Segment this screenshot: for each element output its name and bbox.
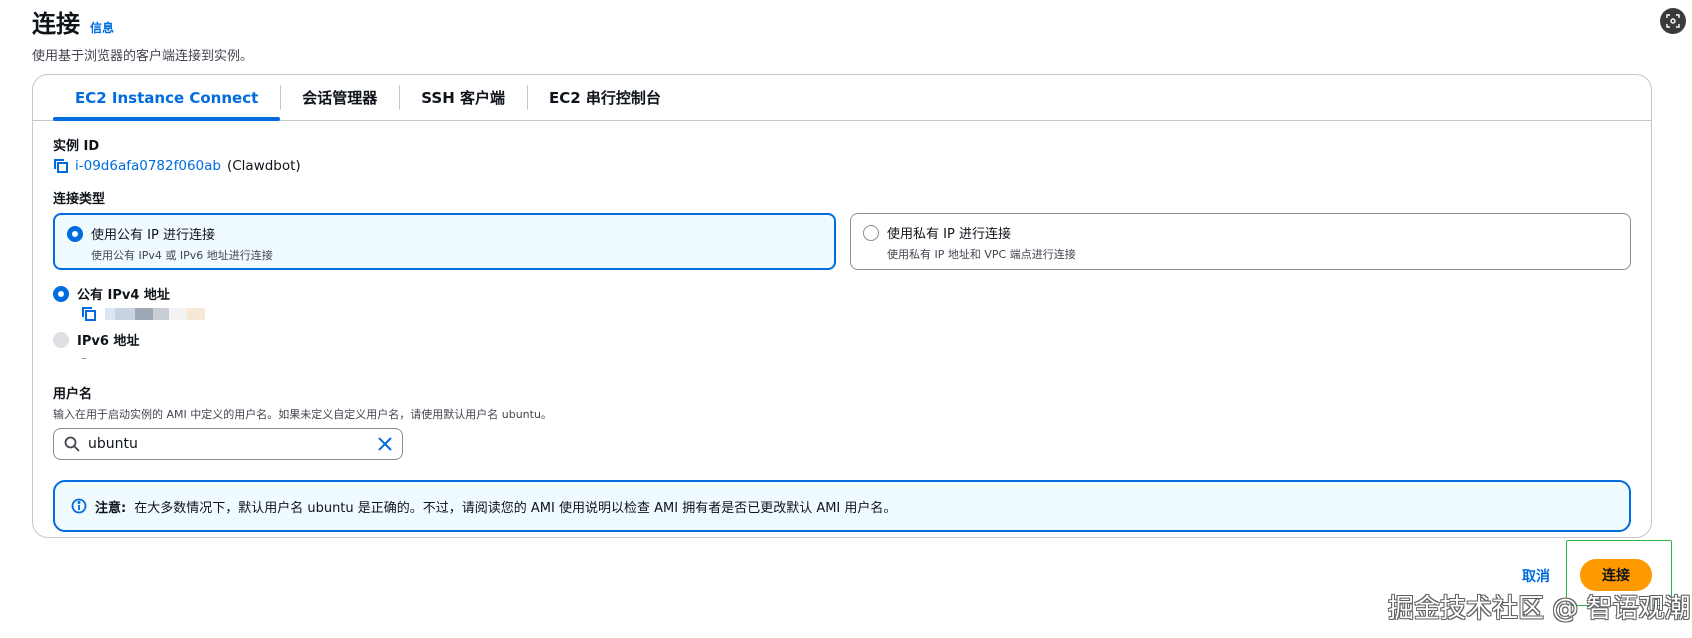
instance-id-link[interactable]: i-09d6afa0782f060ab	[75, 158, 221, 174]
masked-ip-address	[105, 308, 205, 320]
connect-panel: EC2 Instance Connect 会话管理器 SSH 客户端 EC2 串…	[32, 74, 1652, 538]
alert-label: 注意:	[95, 500, 127, 516]
instance-id-label: 实例 ID	[53, 139, 100, 154]
alert-text: 在大多数情况下，默认用户名 ubuntu 是正确的。不过，请阅读您的 AMI 使…	[134, 500, 897, 516]
private-ip-option[interactable]: 使用私有 IP 进行连接 使用私有 IP 地址和 VPC 端点进行连接	[850, 213, 1631, 270]
connection-type-label: 连接类型	[53, 192, 106, 207]
page-description: 使用基于浏览器的客户端连接到实例。	[32, 49, 254, 64]
ipv6-label: IPv6 地址	[77, 334, 140, 349]
tab-bar: EC2 Instance Connect 会话管理器 SSH 客户端 EC2 串…	[33, 75, 1651, 121]
info-link[interactable]: 信息	[90, 19, 114, 36]
ipv6-value: –	[81, 351, 87, 365]
info-alert: 注意: 在大多数情况下，默认用户名 ubuntu 是正确的。不过，请阅读您的 A…	[53, 480, 1631, 532]
public-ip-option[interactable]: 使用公有 IP 进行连接 使用公有 IPv4 或 IPv6 地址进行连接	[53, 213, 836, 270]
connection-type-options: 使用公有 IP 进行连接 使用公有 IPv4 或 IPv6 地址进行连接 使用私…	[53, 213, 1631, 270]
username-description: 输入在用于启动实例的 AMI 中定义的用户名。如果未定义自定义用户名，请使用默认…	[53, 408, 552, 421]
cancel-button[interactable]: 取消	[1522, 566, 1550, 586]
instance-id-row: i-09d6afa0782f060ab (Clawdbot)	[53, 158, 1631, 174]
clear-icon[interactable]	[378, 437, 392, 451]
username-label: 用户名	[53, 387, 93, 402]
tab-content: 实例 ID i-09d6afa0782f060ab (Clawdbot) 连接类…	[33, 121, 1651, 532]
radio-public-ip[interactable]	[67, 226, 83, 242]
tab-ssh-client[interactable]: SSH 客户端	[399, 75, 527, 120]
tab-session-manager[interactable]: 会话管理器	[280, 75, 399, 120]
radio-private-ip[interactable]	[863, 225, 879, 241]
ipv6-address-option: IPv6 地址 –	[53, 330, 1631, 365]
username-field[interactable]	[53, 428, 403, 460]
username-input[interactable]	[88, 436, 370, 452]
ipv4-address-option[interactable]: 公有 IPv4 地址	[53, 284, 1631, 322]
ipv4-value-row	[81, 306, 205, 322]
info-icon	[71, 498, 87, 514]
option-title: 使用私有 IP 进行连接	[887, 227, 1011, 242]
screenshot-icon	[1666, 14, 1680, 28]
option-description: 使用私有 IP 地址和 VPC 端点进行连接	[887, 248, 1076, 261]
connect-button[interactable]: 连接	[1580, 559, 1652, 591]
option-title: 使用公有 IP 进行连接	[91, 228, 215, 243]
tab-ec2-instance-connect[interactable]: EC2 Instance Connect	[53, 75, 281, 121]
option-description: 使用公有 IPv4 或 IPv6 地址进行连接	[91, 249, 273, 262]
watermark-text: 掘金技术社区 @ 智语观潮	[1388, 594, 1691, 624]
copy-icon[interactable]	[53, 158, 69, 174]
ipv4-label: 公有 IPv4 地址	[77, 288, 170, 303]
page-title: 连接	[32, 10, 80, 38]
copy-icon[interactable]	[81, 306, 97, 322]
tab-ec2-serial-console[interactable]: EC2 串行控制台	[527, 75, 683, 120]
search-icon	[64, 436, 80, 452]
instance-name: (Clawdbot)	[226, 158, 301, 174]
screenshot-tool-button[interactable]	[1660, 8, 1686, 34]
radio-ipv4[interactable]	[53, 286, 69, 302]
radio-ipv6	[53, 332, 69, 348]
page-header: 连接 信息 使用基于浏览器的客户端连接到实例。	[32, 4, 253, 64]
